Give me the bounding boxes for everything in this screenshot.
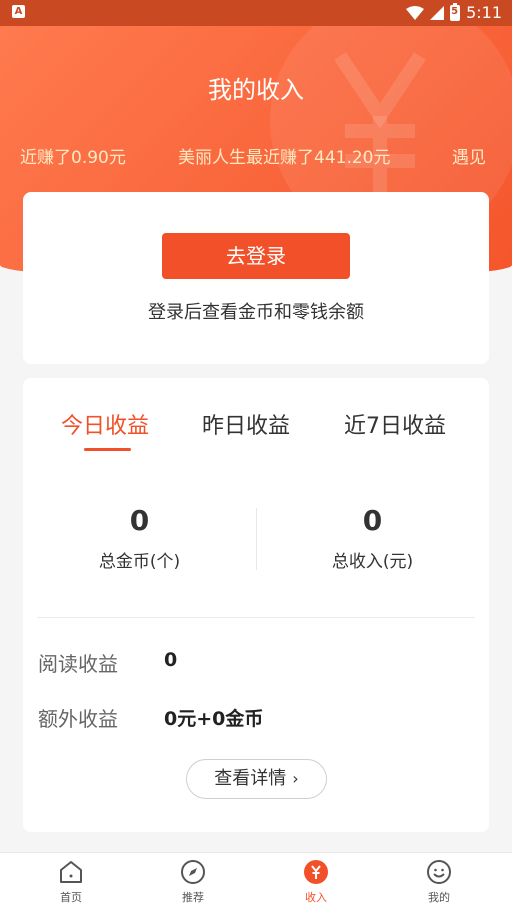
extra-income-label: 额外收益 — [38, 707, 118, 731]
nav-mine-label: 我的 — [428, 891, 450, 904]
tab-today[interactable]: 今日收益 — [61, 408, 149, 440]
nav-home[interactable]: 首页 — [41, 859, 101, 905]
battery-icon: 5 — [450, 2, 461, 21]
reading-income-label: 阅读收益 — [38, 652, 118, 676]
status-icons: 5 5:11 — [406, 2, 502, 22]
total-income-label: 总收入(元) — [331, 552, 414, 572]
nav-mine[interactable]: 我的 — [409, 859, 469, 905]
yen-icon — [304, 860, 328, 884]
nav-home-label: 首页 — [60, 891, 82, 904]
earnings-ticker: 近赚了0.90元 美丽人生最近赚了441.20元 遇见 — [0, 143, 512, 169]
ticker-item: 遇见 — [452, 148, 486, 168]
chevron-right-icon: › — [292, 769, 299, 788]
ticker-item: 美丽人生最近赚了441.20元 — [178, 148, 391, 168]
login-card: 去登录 登录后查看金币和零钱余额 — [23, 192, 489, 364]
notification-icon: A — [12, 5, 25, 18]
total-income-value: 0 — [362, 504, 383, 537]
reading-income-value: 0 — [164, 649, 178, 671]
tab-yesterday[interactable]: 昨日收益 — [202, 408, 290, 440]
login-hint: 登录后查看金币和零钱余额 — [148, 302, 364, 323]
total-coins-stat: 0 总金币(个) — [23, 504, 256, 572]
signal-icon — [430, 5, 445, 20]
divider — [37, 617, 475, 618]
extra-income-value: 0元+0金币 — [164, 708, 264, 730]
income-card: 今日收益 昨日收益 近7日收益 0 总金币(个) 0 总收入(元) 阅读收益 0… — [23, 378, 489, 832]
home-icon — [60, 861, 82, 883]
active-tab-indicator — [84, 448, 131, 451]
nav-recommend-label: 推荐 — [182, 891, 204, 904]
nav-income-label: 收入 — [305, 891, 327, 904]
ticker-item: 近赚了0.90元 — [20, 148, 126, 168]
smile-icon — [427, 860, 451, 884]
login-button[interactable]: 去登录 — [162, 233, 350, 279]
nav-income[interactable]: 收入 — [286, 859, 346, 905]
view-details-button[interactable]: 查看详情 › — [186, 759, 327, 799]
status-bar: A 5 5:11 — [0, 0, 512, 26]
bottom-nav: 首页 推荐 收入 我的 — [0, 852, 512, 908]
total-coins-label: 总金币(个) — [98, 552, 181, 572]
compass-icon — [181, 860, 205, 884]
nav-recommend[interactable]: 推荐 — [163, 859, 223, 905]
view-details-label: 查看详情 — [214, 768, 287, 789]
total-coins-value: 0 — [129, 504, 150, 537]
wifi-icon — [406, 5, 425, 20]
tab-last-7-days[interactable]: 近7日收益 — [344, 408, 446, 440]
page-title: 我的收入 — [208, 76, 304, 104]
clock: 5:11 — [466, 3, 502, 22]
battery-level: 5 — [451, 5, 459, 17]
total-income-stat: 0 总收入(元) — [256, 504, 489, 572]
